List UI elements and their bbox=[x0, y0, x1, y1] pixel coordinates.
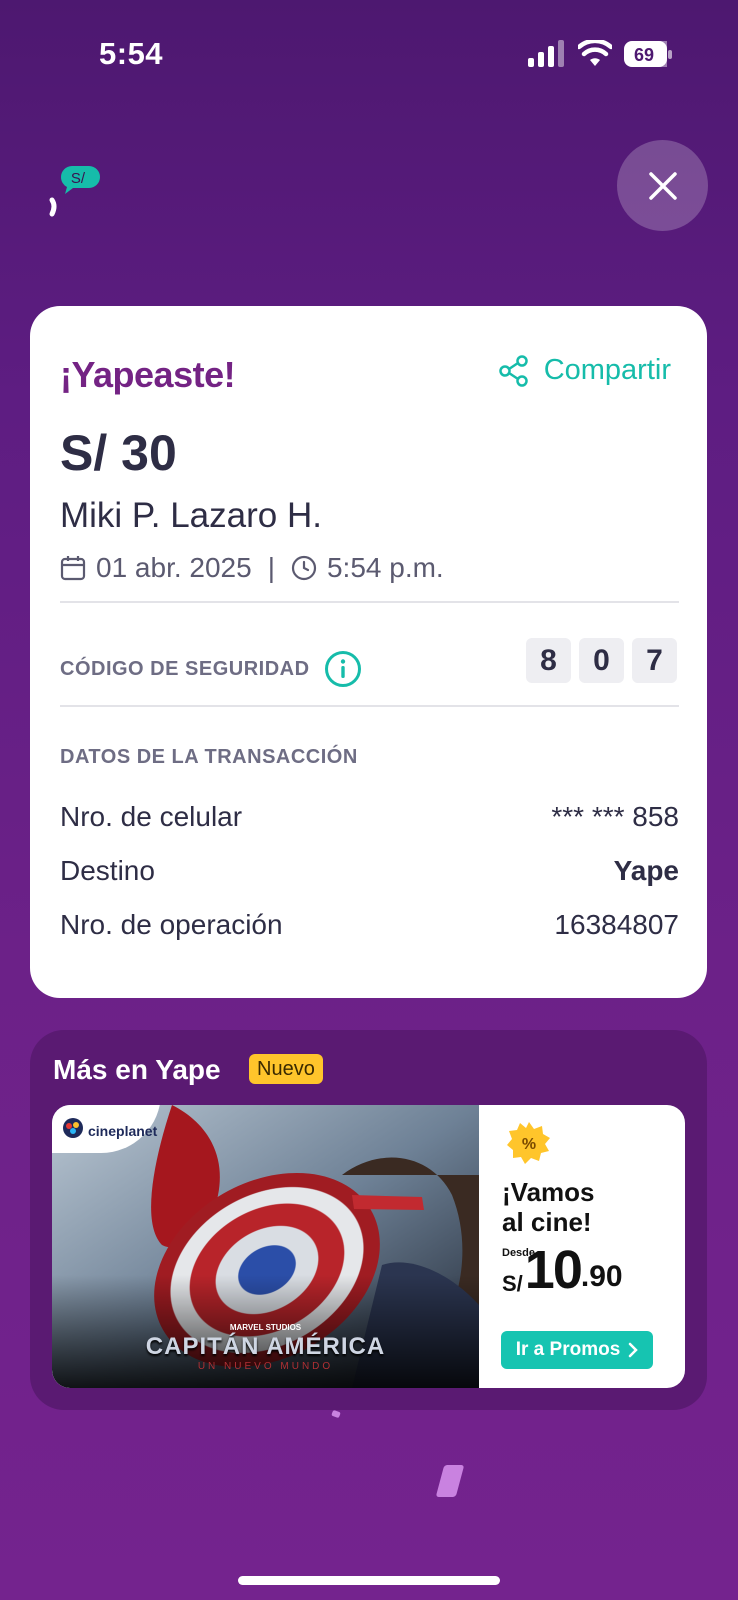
chevron-right-icon bbox=[629, 1342, 639, 1358]
calendar-icon bbox=[60, 556, 86, 581]
close-button[interactable] bbox=[617, 140, 708, 231]
security-code-text: CÓDIGO DE SEGURIDAD bbox=[60, 657, 310, 680]
cellular-signal-icon bbox=[528, 40, 564, 67]
row-value: Yape bbox=[613, 855, 679, 886]
promo-headline: ¡Vamos al cine! bbox=[502, 1177, 595, 1237]
security-digit: 0 bbox=[579, 638, 624, 683]
row-label: Nro. de operación bbox=[60, 909, 283, 940]
button-label: Ir a Promos bbox=[515, 1339, 621, 1360]
svg-text:%: % bbox=[522, 1136, 536, 1153]
transaction-row: Nro. de operación 16384807 bbox=[60, 909, 679, 941]
movie-studio: MARVEL STUDIOS bbox=[229, 1323, 302, 1332]
receipt-title: ¡Yapeaste! bbox=[60, 354, 236, 395]
confetti-decoration bbox=[331, 1409, 341, 1419]
home-indicator[interactable] bbox=[238, 1576, 500, 1585]
share-icon bbox=[498, 354, 528, 387]
promo-banner[interactable]: cineplanet MARVEL STUDIOS CAPITÁN AMÉRIC… bbox=[52, 1105, 685, 1388]
promo-headline-line: ¡Vamos bbox=[502, 1177, 595, 1207]
cineplanet-brand: cineplanet bbox=[88, 1123, 158, 1139]
yape-logo: S/ bbox=[44, 158, 100, 228]
promo-headline-line: al cine! bbox=[502, 1207, 592, 1237]
movie-title: CAPITÁN AMÉRICA bbox=[145, 1333, 386, 1360]
divider bbox=[60, 601, 679, 603]
payment-datetime: 01 abr. 2025 | 5:54 p.m. bbox=[60, 552, 444, 584]
more-in-yape-section: Más en Yape Nuevo cineplanet MARVEL STUD… bbox=[30, 1030, 707, 1410]
row-label: Destino bbox=[60, 855, 155, 886]
price-decimal: .90 bbox=[580, 1260, 623, 1293]
security-digit: 7 bbox=[632, 638, 677, 683]
row-label: Nro. de celular bbox=[60, 801, 243, 832]
security-digit: 8 bbox=[526, 638, 571, 683]
datetime-separator: | bbox=[267, 552, 275, 583]
recipient-name: Miki P. Lazaro H. bbox=[60, 496, 322, 535]
info-icon[interactable] bbox=[324, 650, 362, 688]
price-currency: S/ bbox=[502, 1271, 523, 1296]
payment-time: 5:54 p.m. bbox=[326, 552, 444, 583]
section-title: Más en Yape bbox=[53, 1054, 221, 1085]
battery-level: 69 bbox=[634, 45, 654, 65]
transaction-row: Destino Yape bbox=[60, 855, 679, 887]
payment-date: 01 abr. 2025 bbox=[96, 552, 252, 583]
clock-icon bbox=[291, 555, 317, 581]
share-button[interactable]: Compartir bbox=[498, 354, 671, 387]
movie-poster: cineplanet MARVEL STUDIOS CAPITÁN AMÉRIC… bbox=[52, 1105, 479, 1388]
close-icon bbox=[648, 171, 677, 200]
logo-currency: S/ bbox=[71, 170, 86, 187]
share-label: Compartir bbox=[543, 354, 671, 386]
movie-subtitle: UN NUEVO MUNDO bbox=[197, 1361, 334, 1372]
row-value: 16384807 bbox=[554, 909, 679, 940]
wifi-icon bbox=[578, 40, 612, 66]
row-value: *** *** 858 bbox=[551, 801, 679, 832]
cineplanet-icon bbox=[63, 1118, 83, 1138]
promo-details: % ¡Vamos al cine! Desde S/ 10 .90 Ir a P… bbox=[479, 1105, 685, 1388]
battery-icon: 69 bbox=[624, 40, 672, 68]
confetti-decoration bbox=[435, 1465, 465, 1497]
promo-price: Desde S/ 10 .90 bbox=[502, 1243, 623, 1297]
status-bar: 5:54 69 bbox=[0, 0, 738, 110]
new-badge: Nuevo bbox=[249, 1054, 323, 1084]
go-to-promos-button[interactable]: Ir a Promos bbox=[501, 1331, 653, 1369]
security-code-label: CÓDIGO DE SEGURIDAD bbox=[60, 650, 362, 688]
status-time: 5:54 bbox=[99, 36, 164, 71]
payment-amount: S/ 30 bbox=[60, 425, 177, 481]
discount-badge-icon: % bbox=[507, 1122, 550, 1164]
receipt-card: ¡Yapeaste! Compartir S/ 30 Miki P. Lazar… bbox=[30, 306, 707, 998]
transaction-section-title: DATOS DE LA TRANSACCIÓN bbox=[60, 746, 358, 768]
divider bbox=[60, 705, 679, 707]
security-code: 8 0 7 bbox=[526, 638, 677, 683]
price-prefix: Desde bbox=[502, 1247, 536, 1259]
transaction-row: Nro. de celular *** *** 858 bbox=[60, 801, 679, 833]
